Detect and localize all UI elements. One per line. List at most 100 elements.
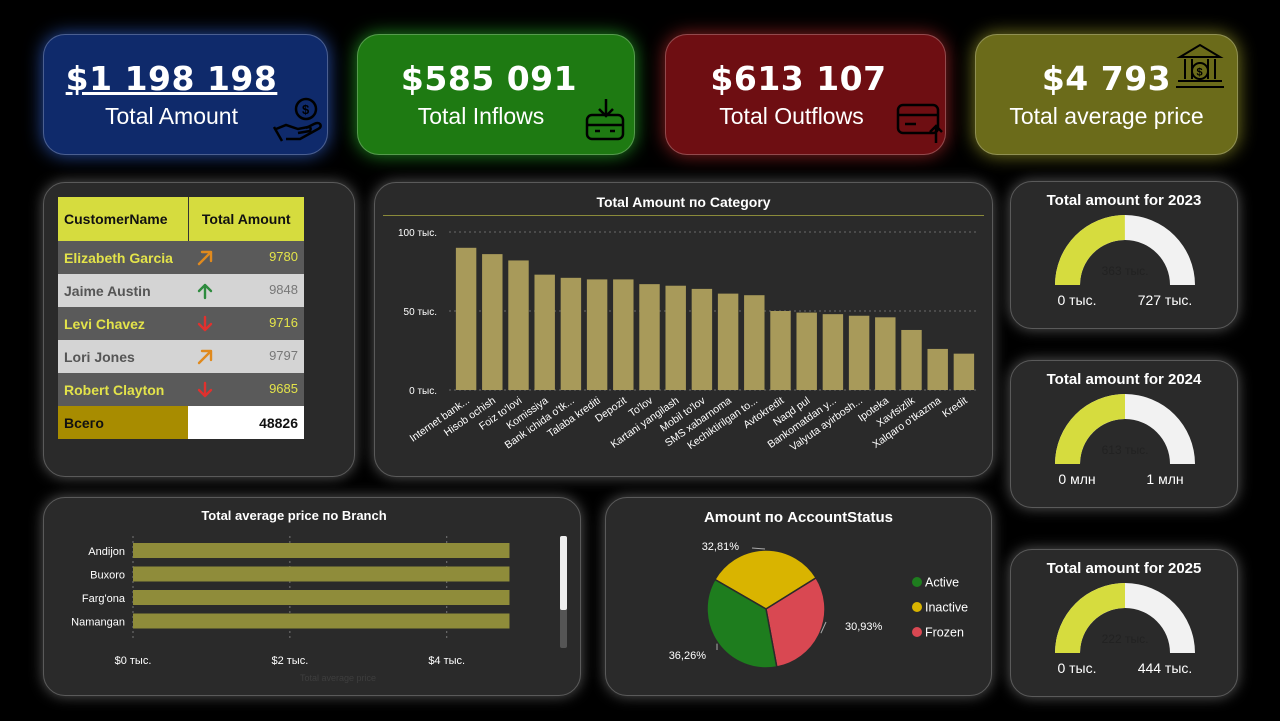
table-row[interactable]: Lori Jones 9797 <box>58 340 304 373</box>
column-header-customer-name[interactable]: CustomerName <box>58 197 189 241</box>
gauge-value-label: 613 тыс. <box>1102 443 1149 457</box>
branch-chart-scrollbar[interactable] <box>560 536 567 648</box>
category-bar[interactable] <box>953 353 975 390</box>
kpi-total-amount-label: Total Amount <box>105 103 238 129</box>
category-bar[interactable] <box>455 247 477 390</box>
kpi-total-outflows-label: Total Outflows <box>719 103 864 129</box>
branch-x-tick: $0 тыс. <box>115 655 152 667</box>
branch-y-tick: Namangan <box>71 617 125 629</box>
table-row[interactable]: Robert Clayton 9685 <box>58 373 304 406</box>
table-header-row: CustomerName Total Amount <box>58 197 304 241</box>
legend-marker-active <box>912 577 922 587</box>
category-bar[interactable] <box>822 314 844 390</box>
branch-bar[interactable] <box>133 543 510 558</box>
category-chart-panel: Total Amount по Category 100 тыс. 50 тыс.… <box>374 182 993 477</box>
table-row[interactable]: Jaime Austin 9848 <box>58 274 304 307</box>
svg-text:$: $ <box>1197 67 1203 79</box>
category-chart-y-tick: 0 тыс. <box>409 386 437 397</box>
total-amount-value: 9780 <box>269 249 298 264</box>
category-bar[interactable] <box>639 284 660 390</box>
branch-bar-chart: $0 тыс. $2 тыс. $4 тыс. Andijon Buxoro Farg'o… <box>71 536 510 683</box>
customer-name-cell: Elizabeth Garcia <box>58 241 188 274</box>
branch-bar[interactable] <box>133 590 510 605</box>
customer-name-cell: Jaime Austin <box>58 274 188 307</box>
branch-bar[interactable] <box>133 613 510 629</box>
customer-table-panel: CustomerName Total Amount Elizabeth Garc… <box>43 182 355 477</box>
branch-bar[interactable] <box>133 566 510 582</box>
svg-text:$: $ <box>302 102 310 117</box>
total-amount-cell: 9848 <box>188 274 304 307</box>
kpi-total-average-price[interactable]: $4 793 Total average price $ <box>975 34 1238 155</box>
category-bar[interactable] <box>534 274 555 390</box>
gauge-2024: 613 тыс. 0 млн 1 млн <box>1055 394 1195 487</box>
category-bar[interactable] <box>665 285 686 390</box>
category-bar[interactable] <box>613 279 634 390</box>
customer-name-cell: Levi Chavez <box>58 307 188 340</box>
bank-building-icon: $ <box>1176 43 1224 88</box>
category-bar[interactable] <box>560 277 582 390</box>
category-bar[interactable] <box>901 329 922 390</box>
kpi-total-amount-value: $1 198 198 <box>65 59 278 98</box>
table-total-row: Всего 48826 <box>58 406 304 439</box>
legend-label-active[interactable]: Active <box>925 576 959 590</box>
total-amount-cell: 9685 <box>188 373 304 406</box>
total-amount-cell: 9797 <box>188 340 304 373</box>
category-bar-chart: 100 тыс.50 тыс.0 тыс.Internet bank...His… <box>398 228 977 454</box>
branch-y-tick: Farg'ona <box>82 593 126 605</box>
legend-marker-frozen <box>912 627 922 637</box>
table-total-value: 48826 <box>188 406 304 439</box>
customer-table: CustomerName Total Amount Elizabeth Garc… <box>58 197 304 439</box>
category-bar[interactable] <box>691 288 713 390</box>
kpi-total-average-price-label: Total average price <box>1009 103 1204 129</box>
gauge-min-label: 0 тыс. <box>1057 292 1096 308</box>
total-amount-value: 9848 <box>269 282 298 297</box>
table-row[interactable]: Levi Chavez 9716 <box>58 307 304 340</box>
arrow-up-right-icon <box>197 250 213 266</box>
branch-x-tick: $4 тыс. <box>428 655 465 667</box>
gauge-min-label: 0 тыс. <box>1057 660 1096 676</box>
branch-y-tick: Buxoro <box>90 570 125 582</box>
category-bar[interactable] <box>770 311 791 390</box>
total-amount-cell: 9716 <box>188 307 304 340</box>
pie-data-label: 36,26% <box>669 650 707 662</box>
branch-chart-scrollbar-thumb[interactable] <box>560 536 567 610</box>
category-bar[interactable] <box>744 295 765 390</box>
legend-marker-inactive <box>912 602 922 612</box>
kpi-total-average-price-value: $4 793 <box>1041 59 1172 98</box>
total-amount-value: 9685 <box>269 381 298 396</box>
category-bar[interactable] <box>875 317 896 390</box>
total-amount-value: 9797 <box>269 348 298 363</box>
category-bar[interactable] <box>482 254 503 390</box>
legend-label-inactive[interactable]: Inactive <box>925 601 968 615</box>
kpi-total-inflows-label: Total Inflows <box>417 103 545 129</box>
pie-data-label: 32,81% <box>702 541 740 553</box>
pie-leader-line <box>751 547 766 550</box>
kpi-total-inflows-value: $585 091 <box>400 59 578 98</box>
customer-name-cell: Lori Jones <box>58 340 188 373</box>
gauge-panel-2024: Total amount for 2024 613 тыс. 0 млн 1 млн <box>1010 360 1238 508</box>
category-bar[interactable] <box>508 260 529 390</box>
branch-chart-panel: Total average price по Branch $0 тыс. $2 … <box>43 497 581 696</box>
gauge-min-label: 0 млн <box>1058 471 1095 487</box>
category-bar[interactable] <box>796 312 817 390</box>
column-header-total-amount[interactable]: Total Amount <box>188 197 304 241</box>
arrow-down-icon <box>197 381 213 398</box>
kpi-total-outflows-value: $613 107 <box>710 59 887 98</box>
category-bar[interactable] <box>717 293 739 390</box>
category-bar[interactable] <box>586 279 608 390</box>
gauge-max-label: 1 млн <box>1146 471 1183 487</box>
category-bar[interactable] <box>848 315 870 390</box>
category-bar[interactable] <box>927 348 948 390</box>
table-row[interactable]: Elizabeth Garcia 9780 <box>58 241 304 274</box>
gauge-max-label: 727 тыс. <box>1138 292 1193 308</box>
kpi-total-outflows[interactable]: $613 107 Total Outflows <box>665 34 946 155</box>
branch-x-axis-label: Total average price <box>300 673 376 683</box>
kpi-total-amount[interactable]: $1 198 198 Total Amount $ <box>43 34 328 155</box>
kpi-total-inflows[interactable]: $585 091 Total Inflows <box>357 34 635 155</box>
legend-label-frozen[interactable]: Frozen <box>925 626 964 640</box>
branch-y-tick: Andijon <box>88 546 125 558</box>
gauge-panel-2023: Total amount for 2023 363 тыс. 0 тыс. 727 … <box>1010 181 1238 329</box>
category-chart-y-tick: 50 тыс. <box>404 307 437 318</box>
gauge-value-label: 363 тыс. <box>1102 264 1149 278</box>
account-status-pie-chart: 32,81% 30,93% 36,26% Active Inactive Frozen <box>669 541 968 669</box>
